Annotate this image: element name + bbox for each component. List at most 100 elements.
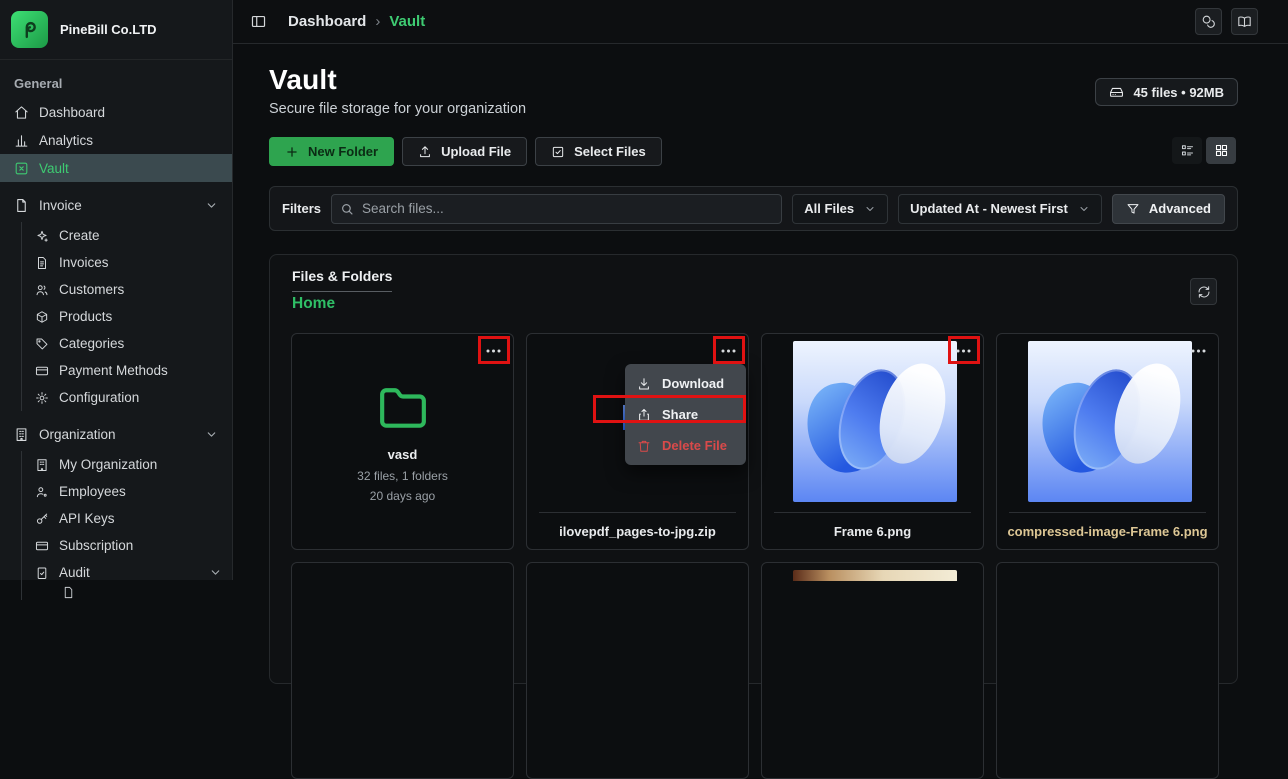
coins-button[interactable]	[1195, 8, 1222, 35]
menu-item-share[interactable]: Share	[625, 399, 746, 430]
sidebar-item-subscription[interactable]: Subscription	[22, 532, 232, 559]
topbar: Dashboard › Vault	[233, 0, 1288, 44]
sidebar-group-label: Invoice	[39, 198, 82, 213]
sidebar-nav: General Dashboard Analytics Vault Invoic…	[0, 60, 232, 600]
brand-name: PineBill Co.LTD	[60, 22, 157, 37]
chevron-down-icon	[205, 428, 218, 441]
sidebar-collapse-button[interactable]	[245, 8, 272, 35]
menu-item-label: Download	[662, 376, 724, 391]
file-card-partial[interactable]	[526, 562, 749, 779]
sidebar-item-employees[interactable]: Employees	[22, 478, 232, 505]
home-icon	[14, 105, 29, 120]
sidebar-item-label: Customers	[59, 282, 124, 297]
file-card-partial[interactable]	[291, 562, 514, 779]
more-options-button[interactable]	[1186, 341, 1210, 361]
file-card-partial[interactable]	[761, 562, 984, 779]
trash-icon	[637, 439, 651, 453]
folder-card-vasd[interactable]: vasd 32 files, 1 folders 20 days ago	[291, 333, 514, 550]
book-open-icon	[1237, 14, 1252, 29]
more-options-button[interactable]	[481, 341, 505, 361]
vault-icon	[14, 161, 29, 176]
sidebar-item-vault[interactable]: Vault	[0, 154, 232, 182]
tag-icon	[35, 337, 49, 351]
sidebar-group-organization[interactable]: Organization	[0, 420, 232, 448]
upload-file-button[interactable]: Upload File	[402, 137, 527, 166]
docs-button[interactable]	[1231, 8, 1258, 35]
hard-drive-icon	[1109, 85, 1124, 100]
sidebar-item-my-organization[interactable]: My Organization	[22, 451, 232, 478]
menu-item-delete-file[interactable]: Delete File	[625, 430, 746, 461]
ellipsis-icon	[486, 349, 501, 353]
file-icon	[62, 586, 75, 599]
building-icon	[14, 427, 29, 442]
key-icon	[35, 512, 49, 526]
sidebar-item-label: Analytics	[39, 133, 93, 148]
sidebar-item-dashboard[interactable]: Dashboard	[0, 98, 232, 126]
page-subtitle: Secure file storage for your organizatio…	[269, 101, 526, 117]
user-icon	[35, 485, 49, 499]
sidebar-item-api-keys[interactable]: API Keys	[22, 505, 232, 532]
ellipsis-icon	[1191, 349, 1206, 353]
chevron-down-icon	[1078, 203, 1090, 215]
file-card-frame6[interactable]: Frame 6.png	[761, 333, 984, 550]
building-icon	[35, 458, 49, 472]
list-view-button[interactable]	[1172, 137, 1202, 164]
sidebar-item-configuration[interactable]: Configuration	[22, 384, 232, 411]
file-name: Frame 6.png	[768, 524, 977, 539]
menu-item-label: Share	[662, 407, 698, 422]
package-icon	[35, 310, 49, 324]
image-thumbnail	[793, 341, 957, 502]
breadcrumb-separator: ›	[375, 13, 380, 30]
sidebar-item-payment-methods[interactable]: Payment Methods	[22, 357, 232, 384]
sidebar-item-label: Subscription	[59, 538, 133, 553]
file-grid: vasd 32 files, 1 folders 20 days ago Dow…	[291, 333, 1219, 779]
file-card-zip[interactable]: Download Share Delete File ilovepdf_page…	[526, 333, 749, 550]
sidebar-item-label: Invoices	[59, 255, 109, 270]
sidebar-item-analytics[interactable]: Analytics	[0, 126, 232, 154]
breadcrumb-vault: Vault	[389, 13, 425, 30]
card-divider	[1009, 512, 1206, 513]
sidebar-item-label: My Organization	[59, 457, 157, 472]
file-type-select[interactable]: All Files	[792, 194, 888, 224]
breadcrumb-home[interactable]: Home	[292, 295, 335, 313]
plus-icon	[285, 145, 299, 159]
advanced-filters-button[interactable]: Advanced	[1112, 194, 1225, 224]
search-input[interactable]	[331, 194, 782, 224]
page-title: Vault	[269, 64, 337, 96]
advanced-label: Advanced	[1149, 201, 1211, 216]
sidebar-item-label: Configuration	[59, 390, 139, 405]
menu-item-download[interactable]: Download	[625, 368, 746, 399]
sidebar-item-customers[interactable]: Customers	[22, 276, 232, 303]
file-card-compressed-frame6[interactable]: compressed-image-Frame 6.png	[996, 333, 1219, 550]
sidebar-item-invoices[interactable]: Invoices	[22, 249, 232, 276]
download-icon	[637, 377, 651, 391]
brand: PineBill Co.LTD	[0, 0, 232, 60]
sidebar-item-label: Create	[59, 228, 100, 243]
select-files-button[interactable]: Select Files	[535, 137, 662, 166]
file-type-value: All Files	[804, 201, 854, 216]
breadcrumb-dashboard[interactable]: Dashboard	[288, 13, 366, 30]
sort-select[interactable]: Updated At - Newest First	[898, 194, 1102, 224]
sidebar-group-invoice[interactable]: Invoice	[0, 191, 232, 219]
grid-view-button[interactable]	[1206, 137, 1236, 164]
sidebar-item-audit[interactable]: Audit	[22, 559, 232, 586]
sidebar-item-create[interactable]: Create	[22, 222, 232, 249]
sidebar-item-label: Products	[59, 309, 112, 324]
chevron-down-icon	[209, 566, 222, 579]
file-card-partial[interactable]	[996, 562, 1219, 779]
panel-title: Files & Folders	[292, 268, 392, 292]
sidebar-item-label: Audit	[59, 565, 90, 580]
sidebar-item-label: Dashboard	[39, 105, 105, 120]
select-files-label: Select Files	[574, 144, 646, 159]
sidebar-item-categories[interactable]: Categories	[22, 330, 232, 357]
sidebar-item-label: Payment Methods	[59, 363, 168, 378]
new-folder-button[interactable]: New Folder	[269, 137, 394, 166]
new-folder-label: New Folder	[308, 144, 378, 159]
sidebar-item-products[interactable]: Products	[22, 303, 232, 330]
upload-icon	[418, 145, 432, 159]
card-divider	[774, 512, 971, 513]
refresh-button[interactable]	[1190, 278, 1217, 305]
file-name: compressed-image-Frame 6.png	[1003, 524, 1212, 539]
more-options-button[interactable]	[951, 341, 975, 361]
more-options-button[interactable]	[716, 341, 740, 361]
